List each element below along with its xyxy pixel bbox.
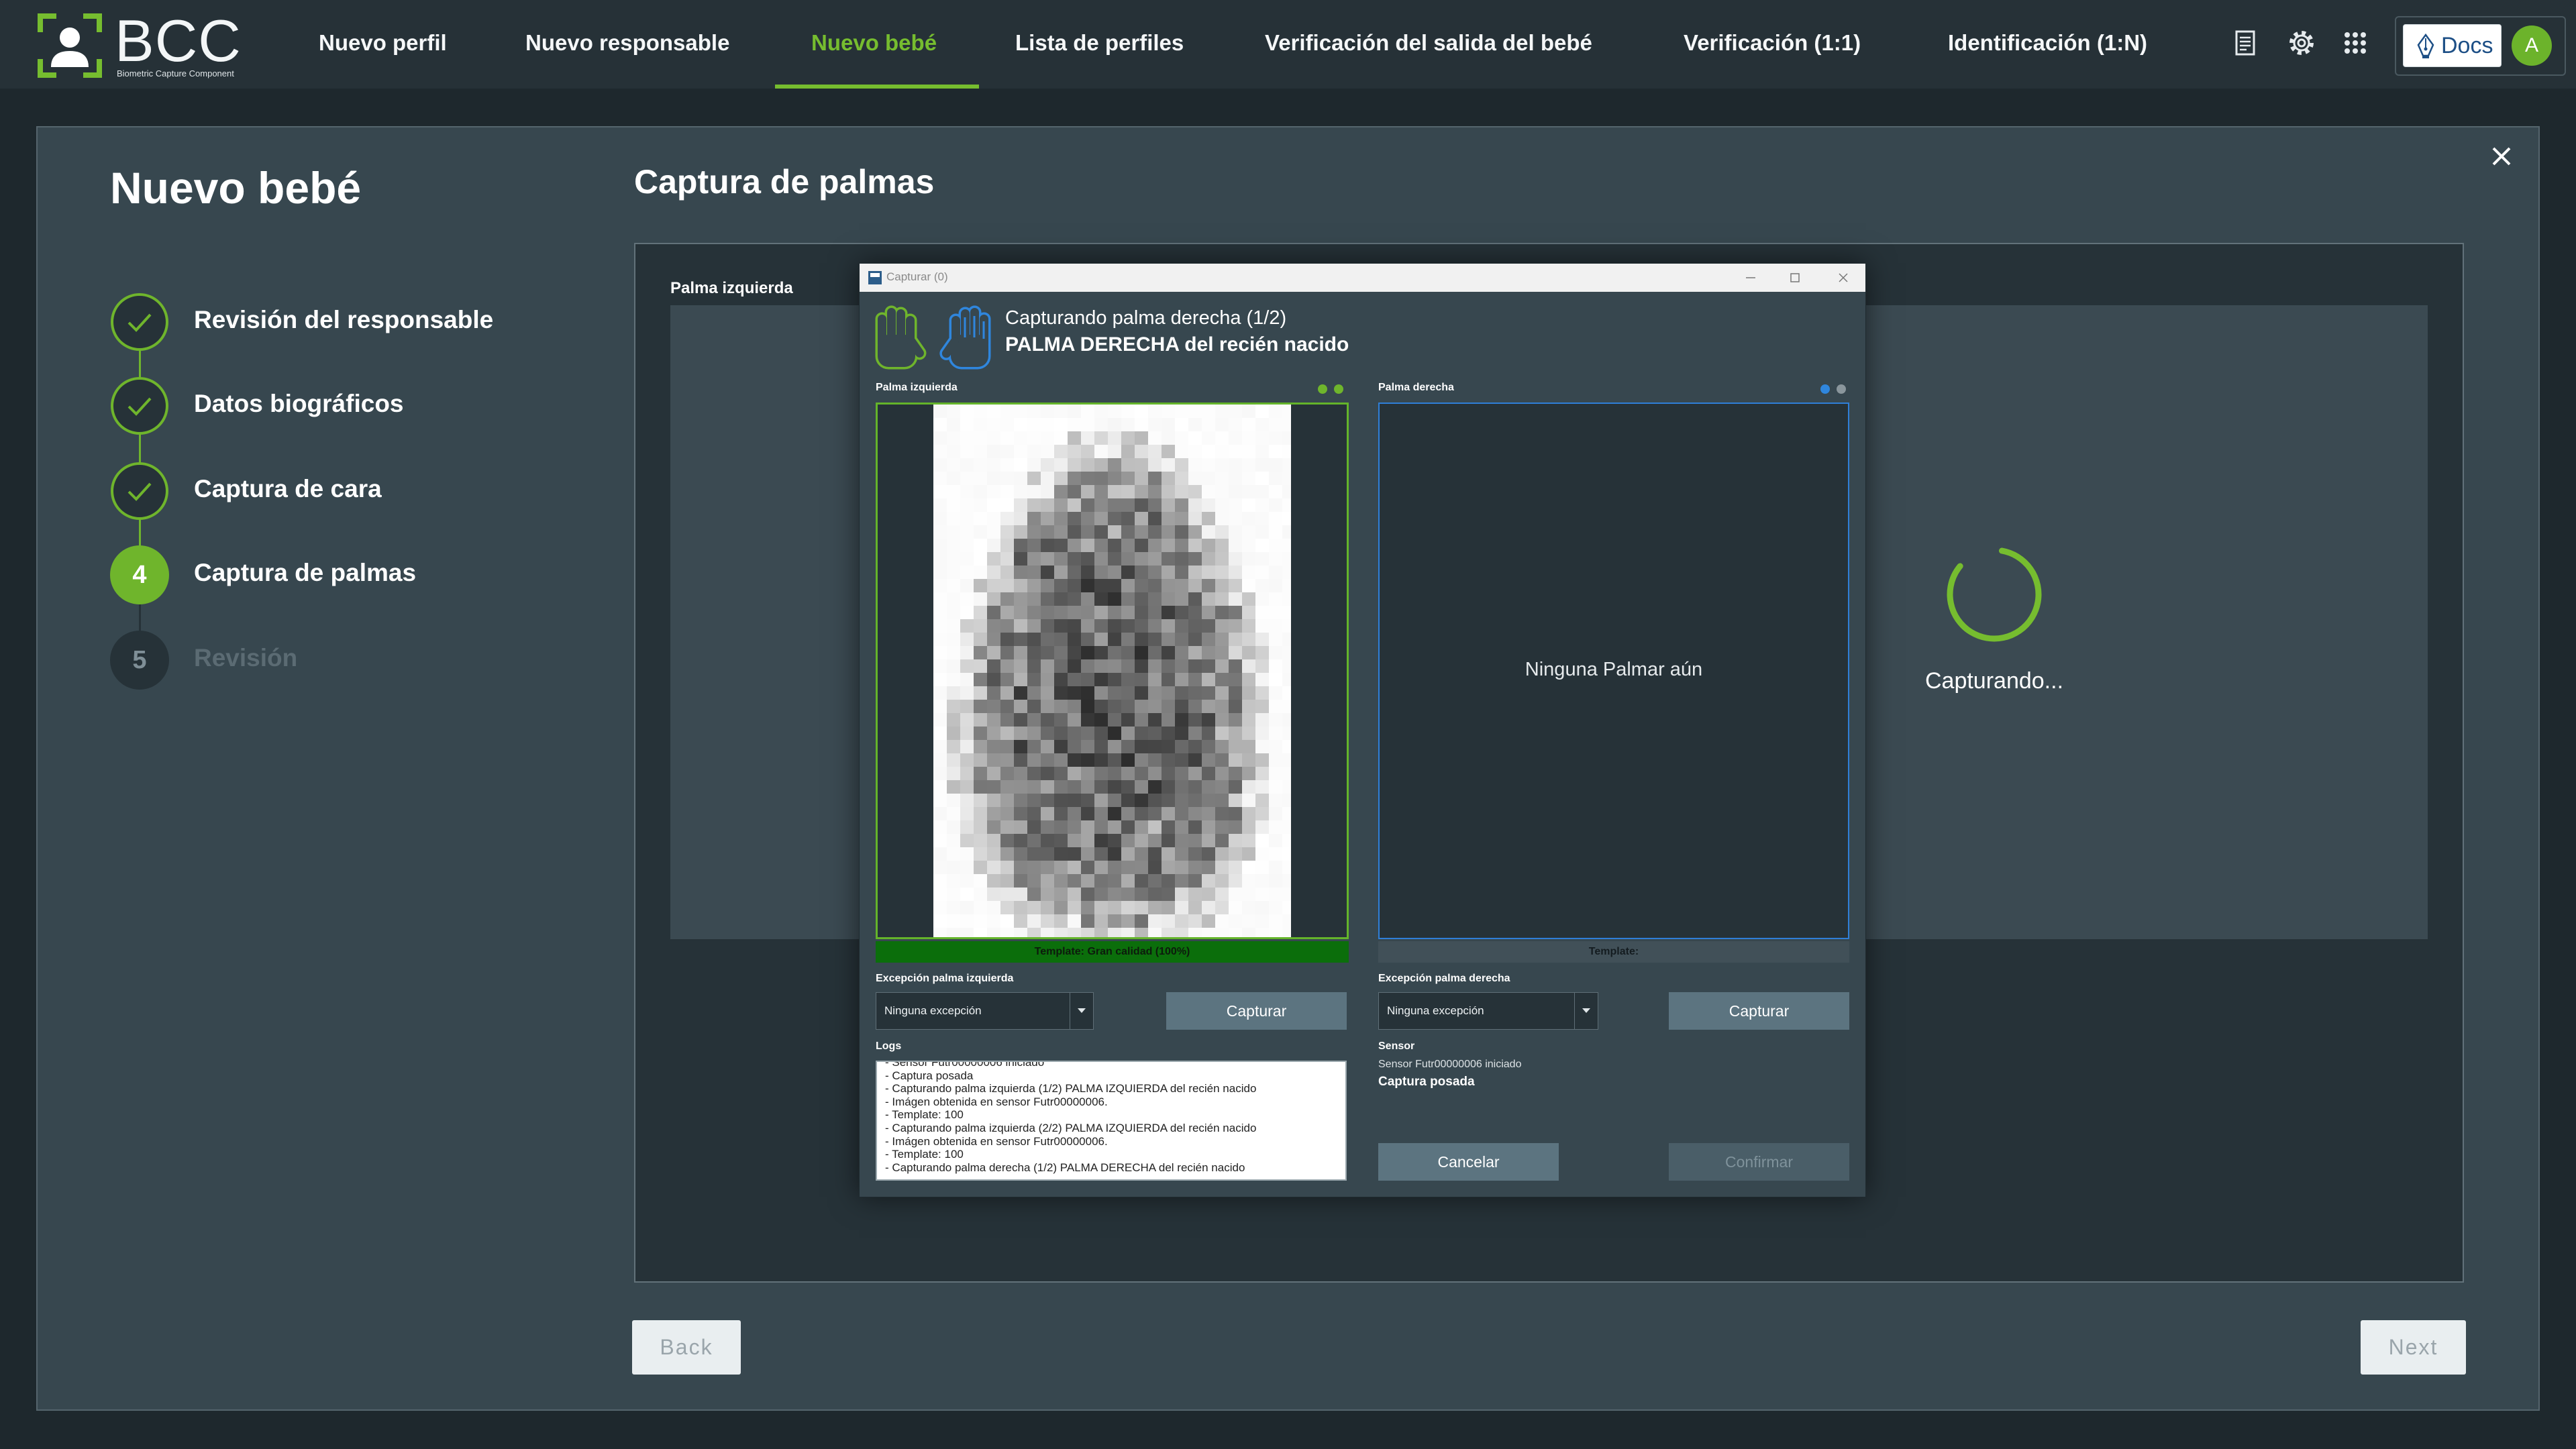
- log-line: - Imágen obtenida en sensor Futr00000006…: [885, 1134, 1108, 1148]
- pen-nib-icon: [2417, 33, 2434, 58]
- dropdown-arrow: [1574, 993, 1598, 1029]
- sensor-result: Captura posada: [1378, 1075, 1475, 1089]
- user-area: Docs A: [2395, 16, 2566, 76]
- logs-textbox[interactable]: - Sensor Futr00000006 iniciado - Captura…: [876, 1061, 1347, 1181]
- step-complete-check-icon: [111, 293, 168, 351]
- stepper-connector: [139, 322, 141, 575]
- apps-grid-icon[interactable]: [2340, 28, 2370, 58]
- step-4-circle: 4: [110, 545, 169, 604]
- document-icon[interactable]: [2230, 28, 2260, 58]
- panel-label: Palma izquierda: [670, 279, 793, 297]
- right-status-dot: [1837, 384, 1846, 394]
- capture-left-button[interactable]: Capturar: [1166, 992, 1347, 1030]
- log-line: - Capturando palma izquierda (1/2) PALMA…: [885, 1082, 1257, 1095]
- right-palm-frame: Ninguna Palmar aún: [1378, 402, 1849, 939]
- left-exception-select[interactable]: Ninguna excepción: [876, 992, 1094, 1030]
- nav-item-verificacion-salida-bebe[interactable]: Verificación del salida del bebé: [1265, 0, 1592, 89]
- logs-content: - Sensor Futr00000006 iniciado - Captura…: [885, 1061, 1257, 1174]
- log-line: - Sensor Futr00000006 iniciado: [885, 1061, 1045, 1069]
- nav-item-identificacion-1-n[interactable]: Identificación (1:N): [1948, 0, 2147, 89]
- left-exception-label: Excepción palma izquierda: [876, 973, 1014, 984]
- log-line: - Capturando palma derecha (1/2) PALMA D…: [885, 1161, 1245, 1174]
- log-line: - Capturando palma izquierda (2/2) PALMA…: [885, 1121, 1257, 1134]
- left-status-dot: [1334, 384, 1343, 394]
- right-status-dot: [1820, 384, 1830, 394]
- dialog-window-title: Capturar (0): [886, 270, 948, 283]
- logs-label: Logs: [876, 1040, 902, 1052]
- step-4-number: 4: [132, 561, 147, 589]
- capture-status-line: Capturando palma derecha (1/2): [1005, 307, 1287, 329]
- step-1-label: Revisión del responsable: [194, 306, 494, 333]
- user-avatar[interactable]: A: [2512, 25, 2552, 66]
- back-button[interactable]: Back: [632, 1320, 741, 1375]
- close-icon[interactable]: [2489, 144, 2514, 168]
- step-2-label: Datos biográficos: [194, 390, 404, 417]
- dialog-title-bar[interactable]: Capturar (0): [860, 264, 1865, 292]
- next-button[interactable]: Next: [2361, 1320, 2466, 1375]
- left-exception-value: Ninguna excepción: [884, 1004, 982, 1017]
- step-4-label: Captura de palmas: [194, 559, 417, 586]
- step-complete-check-icon: [111, 377, 168, 435]
- capture-status-text: Capturando...: [1924, 668, 2064, 694]
- palm-hands-icon: [875, 305, 991, 370]
- left-palm-frame: [876, 402, 1349, 939]
- step-5-number: 5: [132, 646, 147, 674]
- loading-spinner-icon: [1947, 547, 2042, 642]
- top-navigation-bar: BCC Biometric Capture Component Nuevo pe…: [0, 0, 2576, 89]
- settings-gear-icon[interactable]: [2287, 28, 2316, 58]
- section-title: Captura de palmas: [634, 163, 935, 201]
- maximize-icon[interactable]: [1787, 270, 1803, 286]
- right-exception-select[interactable]: Ninguna excepción: [1378, 992, 1598, 1030]
- sensor-status: Sensor Futr00000006 iniciado: [1378, 1059, 1522, 1070]
- cancel-button[interactable]: Cancelar: [1378, 1143, 1559, 1181]
- left-template-quality-bar: Template: Gran calidad (100%): [876, 941, 1349, 963]
- app-logo[interactable]: BCC Biometric Capture Component: [36, 7, 251, 83]
- nav-item-lista-de-perfiles[interactable]: Lista de perfiles: [1015, 0, 1184, 89]
- window-close-icon[interactable]: [1835, 270, 1851, 286]
- docs-label: Docs: [2441, 33, 2493, 58]
- logo-person-icon: [38, 13, 102, 78]
- logo-subtitle: Biometric Capture Component: [117, 68, 234, 78]
- step-5-circle: 5: [110, 631, 169, 690]
- app-window-icon: [868, 271, 882, 284]
- step-5-label: Revisión: [194, 644, 298, 672]
- active-tab-indicator: [775, 85, 979, 89]
- left-palm-capture-image: [933, 405, 1291, 937]
- step-complete-check-icon: [111, 462, 168, 520]
- log-line: - Imágen obtenida en sensor Futr00000006…: [885, 1095, 1108, 1108]
- sensor-label: Sensor: [1378, 1040, 1415, 1052]
- right-hand-icon: [939, 305, 991, 370]
- log-line: - Template: 100: [885, 1148, 964, 1161]
- page-title: Nuevo bebé: [110, 163, 362, 213]
- left-palm-label: Palma izquierda: [876, 382, 958, 393]
- capture-right-button[interactable]: Capturar: [1669, 992, 1849, 1030]
- logo-text: BCC: [115, 7, 242, 74]
- dropdown-arrow: [1070, 993, 1093, 1029]
- minimize-icon[interactable]: [1743, 270, 1759, 286]
- log-line: - Template: 100: [885, 1108, 964, 1122]
- left-hand-icon: [875, 305, 927, 370]
- chevron-down-icon: [1078, 1008, 1086, 1013]
- nav-item-nuevo-responsable[interactable]: Nuevo responsable: [525, 0, 729, 89]
- capture-instruction: PALMA DERECHA del recién nacido: [1005, 333, 1349, 356]
- nav-item-nuevo-bebe[interactable]: Nuevo bebé: [811, 0, 937, 89]
- right-palm-placeholder: Ninguna Palmar aún: [1525, 659, 1703, 680]
- right-exception-value: Ninguna excepción: [1387, 1004, 1484, 1017]
- confirm-button[interactable]: Confirmar: [1669, 1143, 1849, 1181]
- right-palm-label: Palma derecha: [1378, 382, 1454, 393]
- nav-item-verificacion-1-1[interactable]: Verificación (1:1): [1684, 0, 1861, 89]
- step-3-label: Captura de cara: [194, 475, 382, 502]
- log-line: - Captura posada: [885, 1069, 974, 1082]
- right-exception-label: Excepción palma derecha: [1378, 973, 1510, 984]
- right-template-quality-bar: Template:: [1378, 941, 1849, 963]
- left-status-dot: [1318, 384, 1327, 394]
- chevron-down-icon: [1582, 1008, 1590, 1013]
- nav-item-nuevo-perfil[interactable]: Nuevo perfil: [319, 0, 447, 89]
- docs-button[interactable]: Docs: [2403, 24, 2502, 67]
